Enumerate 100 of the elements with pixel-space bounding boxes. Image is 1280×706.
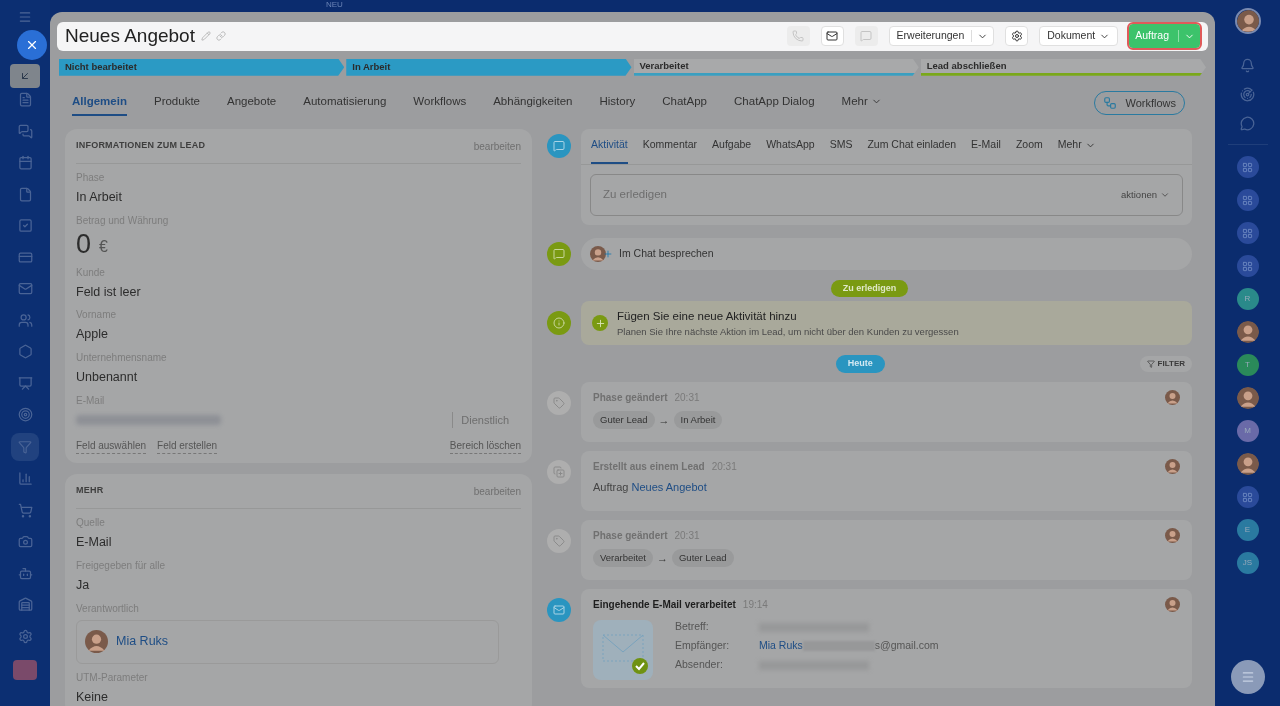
close-icon <box>25 38 39 52</box>
clear-link[interactable]: Bereich löschen <box>449 438 521 455</box>
todo-field[interactable]: Zu erledigen aktionen <box>590 173 1183 216</box>
stage-step[interactable]: Nicht bearbeitet <box>59 58 345 76</box>
todo-input[interactable]: Zu erledigen <box>603 186 757 204</box>
app-icon[interactable] <box>1236 486 1259 508</box>
tag-icon <box>547 528 571 553</box>
field-value: In Arbeit <box>76 188 123 206</box>
info-icon <box>547 311 571 336</box>
field-value: Apple <box>76 326 109 344</box>
phase-chip: Verarbeitet <box>593 548 653 567</box>
tab[interactable]: Mehr <box>841 89 882 116</box>
chat-icon <box>547 241 571 266</box>
card-icon <box>17 249 33 265</box>
tab[interactable]: Automatisierung <box>303 89 387 116</box>
settings-button[interactable] <box>1005 26 1029 47</box>
phase-chip: Guter Lead <box>671 548 734 567</box>
tab[interactable]: Allgemein <box>72 89 127 116</box>
avatar-icon <box>1165 596 1180 612</box>
app-icon[interactable] <box>1236 156 1259 178</box>
activity-tab[interactable]: Mehr <box>1057 128 1096 165</box>
app-icon[interactable] <box>1236 189 1259 211</box>
filter-button[interactable] <box>10 432 39 461</box>
recipient-link[interactable]: Mia Ruks <box>759 638 803 655</box>
field-value: Unbenannt <box>76 369 139 386</box>
tab[interactable]: Angebote <box>227 89 277 116</box>
settings-icon <box>1010 30 1023 43</box>
stage-step[interactable]: Verarbeitet <box>633 58 919 76</box>
arrow-icon <box>19 70 31 82</box>
activity-tab[interactable]: Kommentar <box>642 128 698 165</box>
field-link[interactable]: Feld auswählen <box>76 438 147 455</box>
presentation-icon <box>17 375 33 391</box>
close-button[interactable] <box>17 30 47 60</box>
page-title: Neues Angebot <box>65 24 195 48</box>
avatar-icon <box>1165 389 1180 405</box>
pencil-icon <box>200 31 211 42</box>
checkbox-icon <box>17 218 33 233</box>
document-icon <box>17 92 33 107</box>
filter-button[interactable]: FILTER <box>1139 356 1192 372</box>
new-label: NEU <box>326 0 343 10</box>
tab[interactable]: Produkte <box>153 89 200 116</box>
history-link[interactable]: Neues Angebot <box>631 478 707 496</box>
tab[interactable]: Workflows <box>413 89 467 116</box>
activity-tab[interactable]: E-Mail <box>971 128 1001 165</box>
activity-tab[interactable]: Aktivität <box>591 128 628 165</box>
tab[interactable]: ChatApp <box>662 89 708 116</box>
field-value: E-Mail <box>76 534 113 552</box>
tab[interactable]: ChatApp Dialog <box>734 89 815 116</box>
stage-step[interactable]: In Arbeit <box>346 58 632 76</box>
field-value: Feld ist leer <box>76 283 142 301</box>
extensions-button[interactable]: Erweiterungen <box>888 26 995 47</box>
hint-text: Planen Sie Ihre nächste Aktion im Lead, um nicht über den Kunden zu vergessen <box>617 324 959 339</box>
app-icon[interactable] <box>1236 222 1259 244</box>
bell-icon <box>1240 58 1255 73</box>
document-button[interactable]: Dokument <box>1039 26 1119 47</box>
add-icon[interactable] <box>592 315 608 332</box>
chat-icon <box>17 123 33 139</box>
activity-tab[interactable]: SMS <box>829 128 853 165</box>
camera-icon <box>17 534 33 549</box>
activity-tab[interactable]: Zoom <box>1015 128 1043 165</box>
chat-launcher[interactable] <box>1230 660 1265 694</box>
chat-prompt-card[interactable]: Im Chat besprechen <box>581 237 1192 270</box>
tab[interactable]: Abhängigkeiten <box>493 89 573 116</box>
mail-icon <box>826 30 839 43</box>
card-title: MEHR <box>76 484 104 498</box>
cart-icon <box>17 502 33 518</box>
collapse-button[interactable] <box>10 64 40 88</box>
activity-tab[interactable]: Aufgabe <box>712 128 752 165</box>
mail-icon <box>17 281 33 296</box>
calendar-icon <box>17 155 33 170</box>
email-field-label: Absender: <box>675 657 724 673</box>
user-link[interactable]: Mia Ruks <box>116 632 169 652</box>
app-icon[interactable] <box>12 660 37 680</box>
filter-icon <box>17 439 32 454</box>
field-link[interactable]: Feld erstellen <box>157 438 218 455</box>
field-value: Ja <box>76 577 91 594</box>
hexagon-icon <box>17 344 33 359</box>
contacts-icon <box>17 312 33 328</box>
avatar-icon <box>1165 458 1180 474</box>
avatar-icon <box>1236 387 1259 409</box>
activity-tab[interactable]: WhatsApp <box>766 128 815 165</box>
email-field-label: Empfänger: <box>675 638 731 654</box>
chat-icon <box>1240 116 1255 131</box>
tab[interactable]: History <box>599 89 636 116</box>
file-icon <box>17 186 33 202</box>
app-icon[interactable] <box>1236 255 1259 277</box>
robot-icon <box>17 565 33 581</box>
actions-dropdown[interactable]: aktionen <box>1121 187 1170 202</box>
hint-title: Fügen Sie eine neue Aktivität hinzu <box>617 308 798 324</box>
mail-button[interactable] <box>820 26 844 47</box>
stage-step[interactable]: Lead abschließen <box>920 58 1206 76</box>
avatar-icon <box>85 630 108 654</box>
tag-icon <box>547 390 571 415</box>
chart-icon <box>17 471 33 486</box>
activity-tab[interactable]: Zum Chat einladen <box>867 128 957 165</box>
todo-badge: Zu erledigen <box>830 279 909 298</box>
amount-value: 0 <box>76 228 92 259</box>
radar-icon <box>1240 87 1255 102</box>
today-badge: Heute <box>835 355 885 373</box>
currency-symbol: € <box>99 236 108 257</box>
